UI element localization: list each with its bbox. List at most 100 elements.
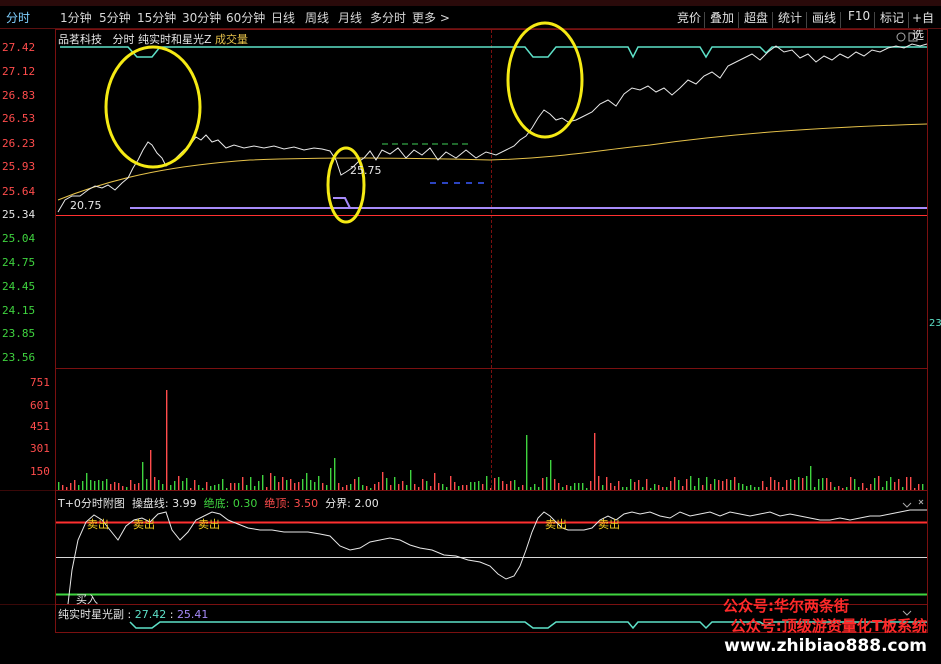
volume-bar [78,485,80,490]
chevron-down-icon[interactable] [902,502,912,508]
volume-bar [630,479,632,490]
volume-bar [474,482,476,490]
volume-bar [166,390,168,490]
volume-bar [266,487,268,490]
sell-marker: 卖出 [545,518,567,531]
price-label: 25.64 [2,185,36,198]
volume-bar [806,476,808,490]
price-label: 26.23 [2,137,36,150]
volume-bar [670,481,672,490]
volume-bar [718,480,720,490]
volume-bar [106,479,108,490]
volume-bar [582,483,584,490]
bottom-value: 0.30 [232,497,258,510]
stock-name: 品茗科技 [58,33,102,46]
volume-bar [494,478,496,490]
right-axis-tick: 23 [929,318,941,329]
volume-bar [594,433,596,490]
volume-bar [454,482,456,490]
volume-bar [586,488,588,490]
volume-bar [610,483,612,490]
volume-bar [738,483,740,490]
price-label: 26.83 [2,89,36,102]
volume-bar [134,484,136,490]
volume-bar [326,485,328,490]
volume-bar [766,487,768,490]
volume-bar [294,483,296,490]
volume-axis-label: 601 [30,399,50,412]
volume-bar [854,479,856,490]
volume-bar [406,485,408,490]
volume-bar [170,485,172,490]
sub2-value-2: 25.41 [176,608,209,621]
volume-bar [574,483,576,490]
volume-bar [518,487,520,490]
volume-bar [102,481,104,490]
volume-bar [346,485,348,490]
volume-bar [382,472,384,490]
volume-bar [174,481,176,490]
volume-bar [190,488,192,490]
volume-bar [66,487,68,490]
volume-bar [462,485,464,490]
volume-bar [790,479,792,490]
volume-bar [890,477,892,490]
volume-bar [374,484,376,490]
volume-bar [298,482,300,490]
volume-bar [218,484,220,490]
volume-bar [810,466,812,490]
volume-bar [94,481,96,490]
volume-bar [342,487,344,490]
price-label: 24.15 [2,304,36,317]
buy-marker: 买入 [76,593,98,606]
add-icon[interactable] [896,32,906,42]
watermark-text: 公众号:顶级游资量化T板系统 [730,617,927,635]
volume-bar [862,483,864,490]
volume-bar [154,477,156,490]
volume-bar [714,479,716,490]
watermark-text: 公众号:华尔两条街 [723,597,849,615]
volume-bar [550,460,552,490]
volume-bar [122,486,124,490]
volume-bar [690,476,692,490]
expand-icon[interactable] [908,32,918,42]
volume-bar [202,488,204,490]
close-icon[interactable] [918,499,924,505]
volume-bar [914,488,916,490]
volume-bar [838,486,840,490]
volume-bar [590,481,592,490]
volume-bar [706,477,708,490]
volume-bar [626,487,628,490]
volume-bar [70,483,72,490]
volume-bar [774,480,776,490]
sub2-name: 纯实时星光副 [58,608,124,621]
volume-bar [402,481,404,490]
volume-bar [646,479,648,490]
volume-bar [178,476,180,490]
volume-bar [654,484,656,490]
volume-bar [118,483,120,490]
volume-bar [506,484,508,490]
volume-bar [538,487,540,490]
volume-bar [234,483,236,490]
highlight-circle [326,146,366,224]
volume-bar [894,482,896,490]
volume-bar [578,483,580,490]
volume-bar [750,485,752,490]
volume-bar [354,479,356,490]
volume-bar [746,486,748,490]
volume-bar [902,487,904,490]
sub-chart-1-title: T+0分时附图 操盘线: 3.99 绝底: 0.30 绝顶: 3.50 分界: … [58,495,379,511]
volume-bar [330,468,332,490]
top-value: 3.50 [293,497,319,510]
volume-bar [710,484,712,490]
volume-axis-label: 751 [30,376,50,389]
volume-bar [254,486,256,490]
sub-chart-2-title: 纯实时星光副 : 27.42 : 25.41 [58,608,209,621]
volume-bar [546,477,548,490]
volume-bar [362,485,364,490]
volume-bar [570,486,572,490]
volume-bar [214,485,216,490]
volume-bar [822,478,824,490]
volume-bar [566,485,568,490]
